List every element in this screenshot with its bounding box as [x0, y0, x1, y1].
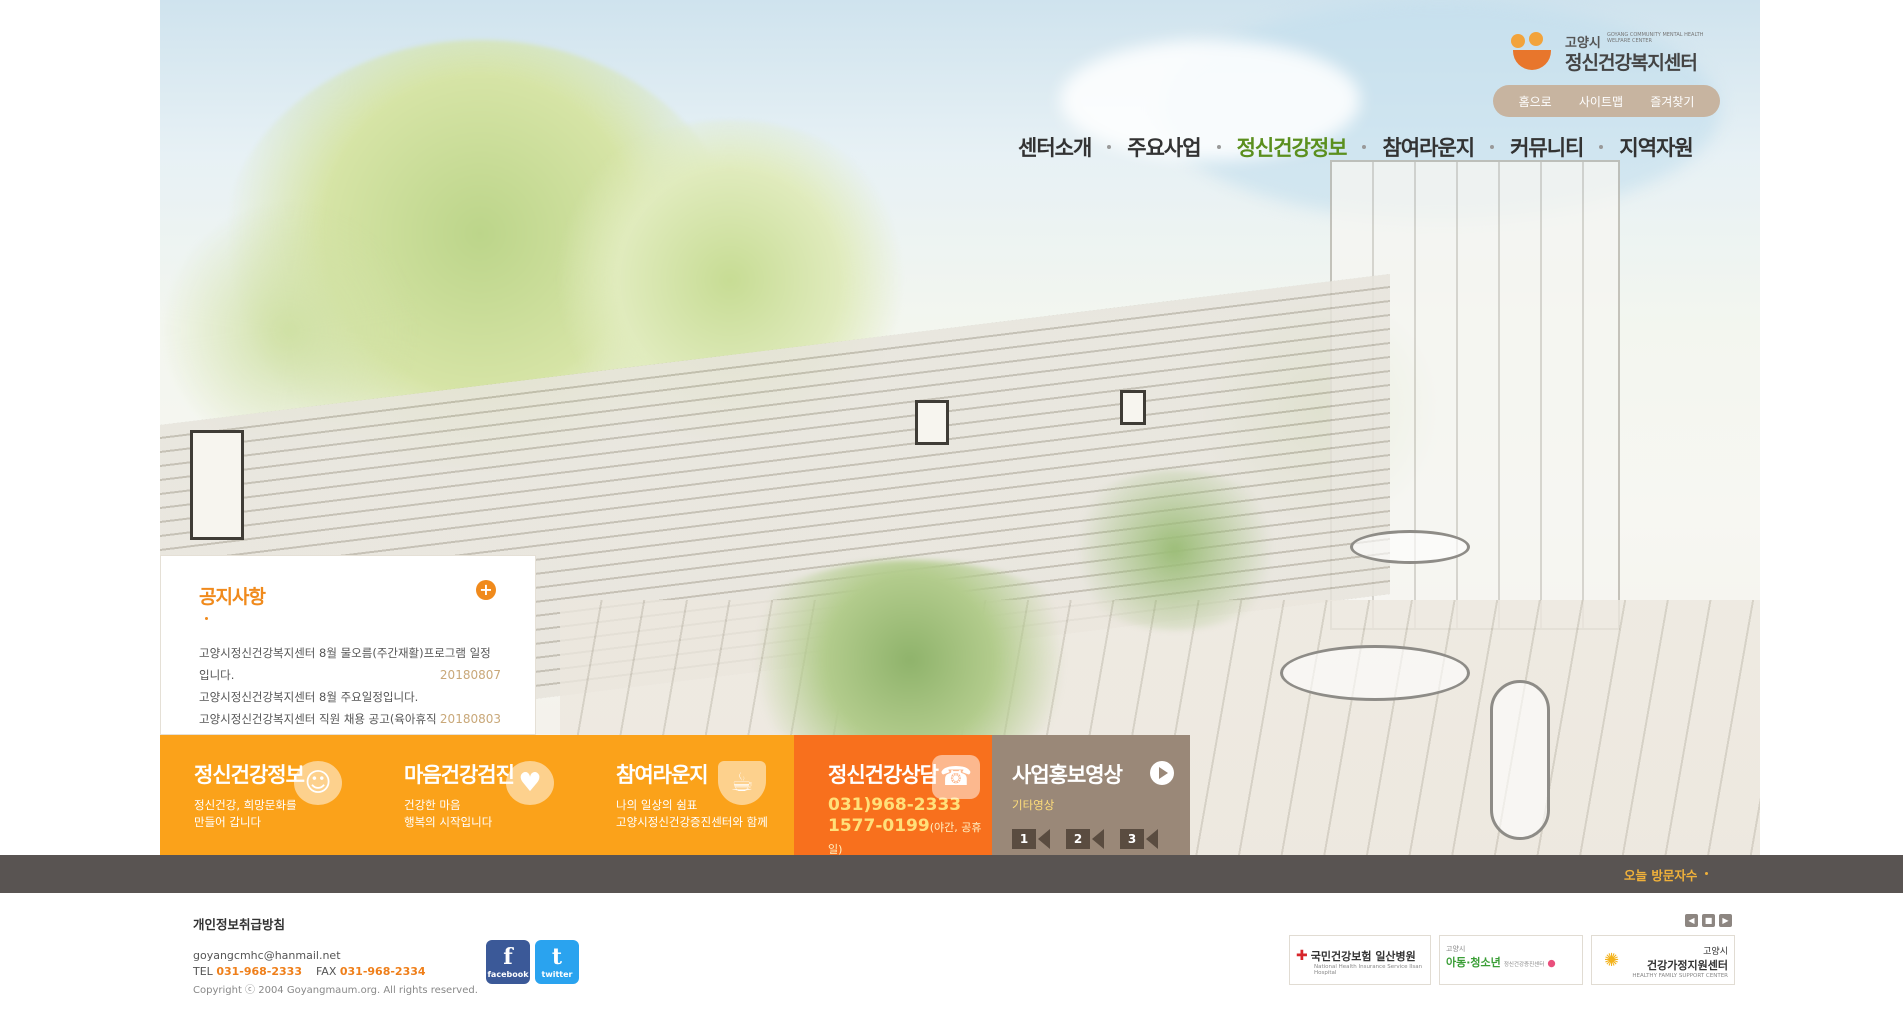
nav-mental-health-info[interactable]: 정신건강정보 — [1237, 132, 1348, 162]
notice-item[interactable]: 고양시정신건강복지센터 8월 물오름(주간재활)프로그램 일정입니다. 2018… — [199, 642, 501, 686]
bookmark-link[interactable]: 즐겨찾기 — [1650, 93, 1694, 110]
quick-mental-health-counsel[interactable]: 정신건강상담 031)968-2333 1577-0199(야간, 공휴일) ☎ — [794, 735, 992, 856]
camera-icon — [1038, 829, 1050, 849]
quick-desc: 건강한 마음 행복의 시작입니다 — [404, 797, 582, 831]
quick-desc-line: 건강한 마음 — [404, 798, 461, 812]
notice-item-date: 20180803 — [437, 708, 501, 730]
quick-desc-line: 나의 일상의 쉼표 — [616, 798, 698, 812]
banner-sub: 정신건강증진센터 — [1503, 962, 1545, 968]
quick-title: 참여라운지 — [616, 763, 709, 787]
nav-separator — [1216, 145, 1221, 149]
banner-sub: National Health Insurance Service Ilsan … — [1314, 964, 1423, 976]
quick-menu: 정신건강정보 정신건강, 희망문화를 만들어 갑니다 ☺ 마음건강검진 건강한 … — [160, 735, 1190, 856]
nav-local-resources[interactable]: 지역자원 — [1619, 132, 1693, 162]
banner-youth-center[interactable]: 고양시 아동·청소년 정신건강증진센터 ● — [1439, 935, 1583, 985]
notice-more-plus-icon[interactable]: + — [476, 580, 496, 600]
tel-label: TEL — [193, 965, 213, 978]
quick-promo-video[interactable]: 사업홍보영상 기타영상 1 2 3 — [992, 735, 1190, 855]
banner-family-center[interactable]: ✺ 고양시 건강가정지원센터 HEALTHY FAMILY SUPPORT CE… — [1591, 935, 1735, 985]
sns-label: twitter — [541, 970, 573, 979]
facebook-button[interactable]: f facebook — [486, 940, 530, 984]
video-number: 1 — [1012, 829, 1036, 849]
quick-title: 정신건강정보 — [194, 763, 305, 787]
twitter-bird-icon: t — [551, 944, 563, 970]
quick-desc: 정신건강, 희망문화를 만들어 갑니다 — [194, 797, 370, 831]
sitemap-link[interactable]: 사이트맵 — [1579, 93, 1623, 110]
copyright: Copyright ⓒ 2004 Goyangmaum.org. All rig… — [193, 985, 478, 996]
nav-community[interactable]: 커뮤니티 — [1510, 132, 1584, 162]
privacy-policy-link[interactable]: 개인정보취급방침 — [193, 914, 285, 933]
play-icon[interactable] — [1150, 761, 1174, 785]
footer-phone-fax: TEL 031-968-2333 FAX 031-968-2334 — [193, 964, 426, 980]
nav-main-business[interactable]: 주요사업 — [1127, 132, 1201, 162]
footer-email: goyangcmhc@hanmail.net — [193, 949, 341, 962]
phone-icon: ☎ — [932, 755, 980, 799]
quick-title: 마음건강검진 — [404, 763, 515, 787]
utility-menu: 홈으로 사이트맵 즐겨찾기 — [1493, 85, 1720, 117]
visitor-bar — [0, 855, 1903, 893]
pinwheel-icon: ✺ — [1604, 950, 1620, 971]
video-number: 3 — [1120, 829, 1144, 849]
quick-participation-lounge[interactable]: 참여라운지 나의 일상의 쉼표 고양시정신건강증진센터와 함께 ☕ — [582, 735, 794, 855]
video-number: 2 — [1066, 829, 1090, 849]
nav-separator — [1107, 145, 1112, 149]
quick-mind-checkup[interactable]: 마음건강검진 건강한 마음 행복의 시작입니다 ♥ — [370, 735, 582, 855]
banner-prev-icon[interactable]: ◀ — [1685, 914, 1698, 927]
banner-main: 아동·청소년 — [1446, 956, 1501, 969]
visitor-dot — [1705, 872, 1708, 875]
quick-desc-line: 행복의 시작입니다 — [404, 815, 493, 829]
banner-ilsan-hospital[interactable]: ✚ 국민건강보험 일산병원 National Health Insurance … — [1289, 935, 1431, 985]
video-buttons: 1 2 3 — [1012, 829, 1190, 849]
today-visitors[interactable]: 오늘 방문자수 — [1624, 865, 1697, 884]
quick-mental-health-info[interactable]: 정신건강정보 정신건강, 희망문화를 만들어 갑니다 ☺ — [160, 735, 370, 855]
cross-logo-icon: ✚ — [1296, 948, 1308, 964]
video-button-2[interactable]: 2 — [1066, 829, 1104, 849]
banner-sub: HEALTHY FAMILY SUPPORT CENTER — [1632, 973, 1728, 979]
tel-number: 031-968-2333 — [216, 965, 302, 978]
quick-desc: 나의 일상의 쉼표 고양시정신건강증진센터와 함께 — [616, 797, 794, 831]
notice-list: 고양시정신건강복지센터 8월 물오름(주간재활)프로그램 일정입니다. 2018… — [199, 642, 501, 730]
site-logo[interactable]: 고양시 GOYANG COMMUNITY MENTAL HEALTH WELFA… — [1507, 30, 1707, 80]
notice-item-title: 고양시정신건강복지센터 8월 주요일정입니다. — [199, 690, 419, 704]
camera-icon — [1092, 829, 1104, 849]
twitter-button[interactable]: t twitter — [535, 940, 579, 984]
camera-icon — [1146, 829, 1158, 849]
logo-name: 정신건강복지센터 — [1565, 52, 1698, 74]
footer-contact: goyangcmhc@hanmail.net TEL 031-968-2333 … — [193, 948, 426, 980]
quick-desc-line: 만들어 갑니다 — [194, 815, 262, 829]
banner-stop-icon[interactable]: ■ — [1702, 914, 1715, 927]
kids-logo-icon: ● — [1547, 958, 1556, 969]
quick-desc-line: 고양시정신건강증진센터와 함께 — [616, 815, 768, 829]
video-button-3[interactable]: 3 — [1120, 829, 1158, 849]
notice-item[interactable]: 고양시정신건강복지센터 직원 채용 공고(육아휴직 대체인력) 20180803 — [199, 708, 501, 730]
sns-label: facebook — [487, 970, 529, 979]
facebook-icon: f — [503, 944, 513, 970]
video-button-1[interactable]: 1 — [1012, 829, 1050, 849]
main-navigation: 센터소개 주요사업 정신건강정보 참여라운지 커뮤니티 지역자원 — [1018, 130, 1718, 164]
nav-separator — [1362, 145, 1367, 149]
fax-number: 031-968-2334 — [339, 965, 426, 978]
banner-top: 고양시 — [1446, 945, 1466, 953]
notice-title: 공지사항 — [199, 586, 266, 608]
logo-english: GOYANG COMMUNITY MENTAL HEALTH WELFARE C… — [1607, 32, 1704, 44]
nav-participation-lounge[interactable]: 참여라운지 — [1382, 132, 1475, 162]
video-sub: 기타영상 — [1012, 798, 1055, 812]
home-link[interactable]: 홈으로 — [1519, 93, 1552, 110]
smile-icon: ☺ — [294, 761, 342, 805]
logo-heart-icon — [1507, 32, 1559, 74]
heart-search-icon: ♥ — [506, 761, 554, 805]
fax-label: FAX — [315, 965, 337, 978]
banner-main: 국민건강보험 일산병원 — [1310, 950, 1416, 963]
counsel-phone-night: 1577-0199 — [828, 816, 930, 836]
banner-next-icon[interactable]: ▶ — [1719, 914, 1732, 927]
notice-item-date: 20180807 — [437, 664, 501, 686]
nav-separator — [1599, 145, 1604, 149]
title-dot — [205, 617, 208, 620]
nav-center-intro[interactable]: 센터소개 — [1018, 132, 1092, 162]
quick-desc-line: 정신건강, 희망문화를 — [194, 798, 297, 812]
nav-separator — [1490, 145, 1495, 149]
counsel-phone: 031)968-2333 1577-0199(야간, 공휴일) — [828, 795, 992, 860]
notice-item[interactable]: 고양시정신건강복지센터 8월 주요일정입니다. 20180807 — [199, 686, 501, 708]
